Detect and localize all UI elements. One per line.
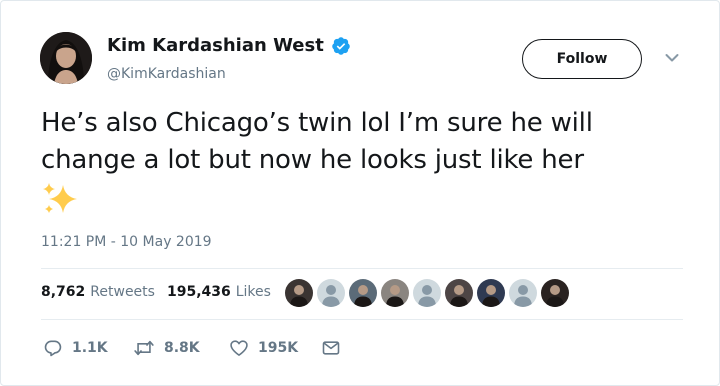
likes-stat-count: 195,436 <box>166 284 231 300</box>
likes-stat-label: Likes <box>235 284 271 300</box>
like-count: 195K <box>258 340 299 356</box>
direct-message-button[interactable] <box>321 338 341 358</box>
follow-button[interactable]: Follow <box>522 39 642 79</box>
author-name[interactable]: Kim Kardashian West <box>107 35 324 56</box>
tweet-timestamp[interactable]: 11:21 PM - 10 May 2019 <box>41 234 212 250</box>
liker-avatar[interactable] <box>477 279 505 307</box>
envelope-icon <box>322 341 340 355</box>
like-button[interactable]: 195K <box>229 338 321 358</box>
liker-avatar[interactable] <box>541 279 569 307</box>
retweet-button[interactable]: 8.8K <box>133 338 229 358</box>
liker-avatar[interactable] <box>285 279 313 307</box>
liker-avatar[interactable] <box>413 279 441 307</box>
reply-icon <box>44 340 62 357</box>
tweet-card: Kim Kardashian West @KimKardashian Follo… <box>0 0 720 386</box>
retweets-stat[interactable]: 8,762 Retweets <box>41 284 155 300</box>
retweets-stat-label: Retweets <box>90 284 155 300</box>
sparkles-emoji-icon <box>43 183 77 213</box>
reply-count: 1.1K <box>72 340 108 356</box>
liker-avatar[interactable] <box>509 279 537 307</box>
stats-top-divider <box>41 268 683 269</box>
engagement-stats: 8,762 Retweets 195,436 Likes <box>41 284 283 300</box>
retweet-icon <box>134 340 154 356</box>
tweet-text: He’s also Chicago’s twin lol I’m sure he… <box>41 108 593 175</box>
author-avatar[interactable] <box>40 32 92 84</box>
liker-avatar[interactable] <box>445 279 473 307</box>
liker-avatars <box>285 279 573 307</box>
heart-icon <box>230 340 248 356</box>
verified-badge-icon <box>332 36 350 55</box>
tweet-actions: 1.1K 8.8K 195K <box>43 338 341 358</box>
stats-bottom-divider <box>41 319 683 320</box>
liker-avatar[interactable] <box>317 279 345 307</box>
chevron-down-icon[interactable] <box>665 53 679 63</box>
author-handle[interactable]: @KimKardashian <box>107 66 226 82</box>
retweet-count: 8.8K <box>164 340 200 356</box>
liker-avatar[interactable] <box>381 279 409 307</box>
likes-stat[interactable]: 195,436 Likes <box>167 284 271 300</box>
reply-button[interactable]: 1.1K <box>43 338 133 358</box>
liker-avatar[interactable] <box>349 279 377 307</box>
retweets-stat-count: 8,762 <box>41 284 86 300</box>
author-name-line: Kim Kardashian West <box>107 35 351 56</box>
